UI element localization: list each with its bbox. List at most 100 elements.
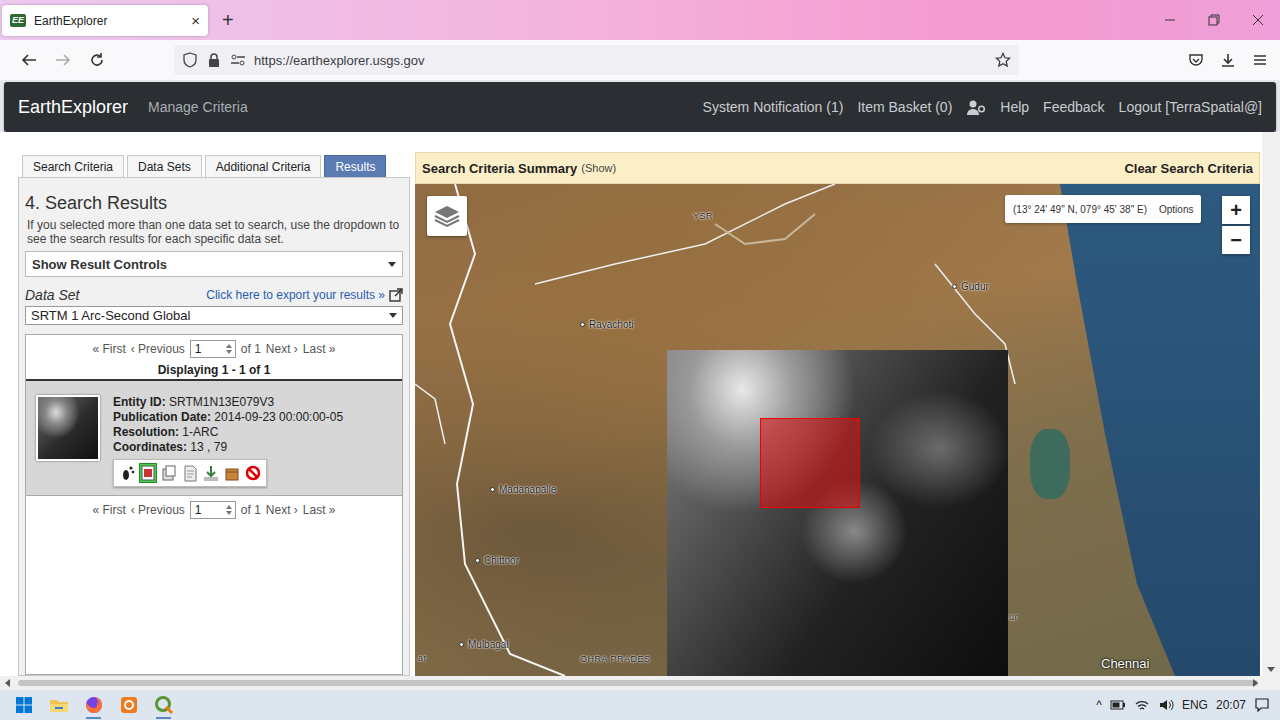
lock-icon[interactable] bbox=[206, 52, 222, 68]
criteria-tab[interactable]: Data Sets bbox=[127, 155, 202, 177]
previous-page-link[interactable]: ‹ Previous bbox=[131, 342, 185, 356]
orange-app-icon[interactable] bbox=[111, 690, 146, 720]
caret-icon[interactable] bbox=[388, 262, 396, 267]
pocket-icon[interactable] bbox=[1180, 45, 1212, 75]
header-link[interactable]: Feedback bbox=[1043, 99, 1104, 115]
summary-title: Search Criteria Summary bbox=[422, 161, 577, 176]
map[interactable]: YSRGudurRayachotiMadanapalleChittoorMulb… bbox=[415, 184, 1260, 676]
footprint-box bbox=[760, 418, 860, 508]
header-link[interactable]: Logout [TerraSpatial@] bbox=[1119, 99, 1262, 115]
first-page-link[interactable]: « First bbox=[92, 503, 125, 517]
field-value: 13 , 79 bbox=[190, 440, 227, 454]
displaying-count: Displaying 1 - 1 of 1 bbox=[26, 363, 402, 379]
zoom-out-button[interactable]: − bbox=[1222, 226, 1250, 254]
metadata-icon[interactable] bbox=[181, 463, 199, 483]
new-tab-button[interactable]: + bbox=[222, 10, 234, 30]
zoom-in-button[interactable]: + bbox=[1222, 196, 1250, 224]
shield-icon[interactable] bbox=[182, 52, 198, 68]
qgis-icon[interactable] bbox=[146, 690, 181, 720]
firefox-icon[interactable] bbox=[76, 690, 111, 720]
result-item[interactable]: Entity ID: SRTM1N13E079V3Publication Dat… bbox=[26, 379, 402, 496]
download-icon[interactable] bbox=[202, 463, 220, 483]
criteria-tab[interactable]: Search Criteria bbox=[22, 155, 124, 177]
last-page-link[interactable]: Last » bbox=[303, 342, 336, 356]
header-link[interactable]: Help bbox=[1000, 99, 1029, 115]
permissions-icon[interactable] bbox=[230, 52, 246, 68]
download-icon[interactable] bbox=[1212, 45, 1244, 75]
overlay-icon[interactable] bbox=[139, 463, 157, 483]
place-name: Chittoor bbox=[484, 555, 519, 566]
file-explorer-icon[interactable] bbox=[41, 690, 76, 720]
clear-criteria-link[interactable]: Clear Search Criteria bbox=[1124, 161, 1253, 176]
export-link[interactable]: Click here to export your results » bbox=[206, 288, 385, 302]
result-field: Coordinates: 13 , 79 bbox=[113, 440, 343, 455]
next-page-link[interactable]: Next › bbox=[266, 503, 298, 517]
field-label: Entity ID: bbox=[113, 395, 166, 409]
dataset-value[interactable]: SRTM 1 Arc-Second Global bbox=[31, 308, 190, 323]
user-settings-icon[interactable] bbox=[966, 98, 986, 116]
field-value: 1-ARC bbox=[182, 425, 218, 439]
pager: « First‹ Previous1of 1Next ›Last » bbox=[26, 335, 402, 363]
show-link[interactable]: (Show) bbox=[581, 162, 616, 174]
exclude-icon[interactable] bbox=[244, 463, 262, 483]
url-text[interactable]: https://earthexplorer.usgs.gov bbox=[254, 53, 987, 68]
results-note: If you selected more than one data set t… bbox=[25, 218, 403, 246]
minimize-icon[interactable] bbox=[1148, 0, 1192, 40]
network-icon[interactable] bbox=[1134, 698, 1150, 712]
restore-icon[interactable] bbox=[1192, 0, 1236, 40]
compare-icon[interactable] bbox=[160, 463, 178, 483]
battery-icon[interactable] bbox=[1110, 699, 1126, 711]
page-input[interactable]: 1 bbox=[190, 501, 236, 519]
footprint-icon[interactable] bbox=[118, 463, 136, 483]
caret-icon[interactable] bbox=[389, 313, 397, 318]
criteria-tab[interactable]: Results bbox=[324, 155, 386, 177]
layers-icon[interactable] bbox=[427, 196, 467, 236]
dataset-select[interactable]: SRTM 1 Arc-Second Global bbox=[25, 306, 403, 325]
pager: « First‹ Previous1of 1Next ›Last » bbox=[26, 496, 402, 524]
back-icon[interactable] bbox=[12, 45, 46, 75]
browser-tab[interactable]: EE EarthExplorer × bbox=[2, 5, 208, 36]
header-link[interactable]: Item Basket (0) bbox=[857, 99, 952, 115]
bookmark-star-icon[interactable] bbox=[995, 52, 1011, 68]
language-indicator[interactable]: ENG bbox=[1182, 698, 1208, 712]
notifications-icon[interactable] bbox=[1254, 697, 1270, 713]
order-icon[interactable] bbox=[223, 463, 241, 483]
options-button[interactable]: Options bbox=[1159, 204, 1193, 215]
page-input[interactable]: 1 bbox=[190, 340, 236, 358]
reload-icon[interactable] bbox=[80, 45, 114, 75]
manage-criteria-link[interactable]: Manage Criteria bbox=[148, 99, 248, 115]
result-controls-label[interactable]: Show Result Controls bbox=[32, 257, 167, 272]
first-page-link[interactable]: « First bbox=[92, 342, 125, 356]
next-page-link[interactable]: Next › bbox=[266, 342, 298, 356]
result-field: Publication Date: 2014-09-23 00:00:00-05 bbox=[113, 410, 343, 425]
header-links: System Notification (1) Item Basket (0) He… bbox=[703, 98, 1262, 116]
favicon-icon: EE bbox=[10, 14, 26, 27]
horizontal-scrollbar[interactable] bbox=[0, 676, 1280, 690]
result-thumbnail[interactable] bbox=[36, 395, 100, 461]
taskbar: ^ ENG 20:07 bbox=[0, 690, 1280, 720]
criteria-tab[interactable]: Additional Criteria bbox=[205, 155, 322, 177]
clock[interactable]: 20:07 bbox=[1216, 698, 1246, 712]
place-label: ur bbox=[1009, 612, 1018, 622]
address-bar[interactable]: https://earthexplorer.usgs.gov bbox=[174, 45, 1019, 75]
last-page-link[interactable]: Last » bbox=[303, 503, 336, 517]
tray-expand-button[interactable]: ^ bbox=[1096, 698, 1102, 712]
page-number[interactable]: 1 bbox=[195, 342, 202, 356]
menu-icon[interactable] bbox=[1244, 45, 1276, 75]
place-label: Gudur bbox=[952, 281, 989, 292]
place-label: Rayachoti bbox=[580, 319, 633, 330]
result-controls-dropdown[interactable]: Show Result Controls bbox=[25, 251, 403, 277]
vertical-scrollbar[interactable] bbox=[1262, 132, 1280, 676]
header-link[interactable]: System Notification (1) bbox=[703, 99, 844, 115]
close-tab-button[interactable]: × bbox=[191, 13, 200, 29]
export-icon[interactable] bbox=[389, 288, 403, 302]
place-name: YSR bbox=[693, 211, 713, 221]
volume-icon[interactable] bbox=[1158, 698, 1174, 712]
previous-page-link[interactable]: ‹ Previous bbox=[131, 503, 185, 517]
close-window-icon[interactable] bbox=[1236, 0, 1280, 40]
tab-title[interactable]: EarthExplorer bbox=[34, 14, 183, 28]
windows-start-icon[interactable] bbox=[6, 690, 41, 720]
place-name: Gudur bbox=[961, 281, 989, 292]
brand-logo[interactable]: EarthExplorer bbox=[18, 97, 128, 118]
page-number[interactable]: 1 bbox=[195, 503, 202, 517]
